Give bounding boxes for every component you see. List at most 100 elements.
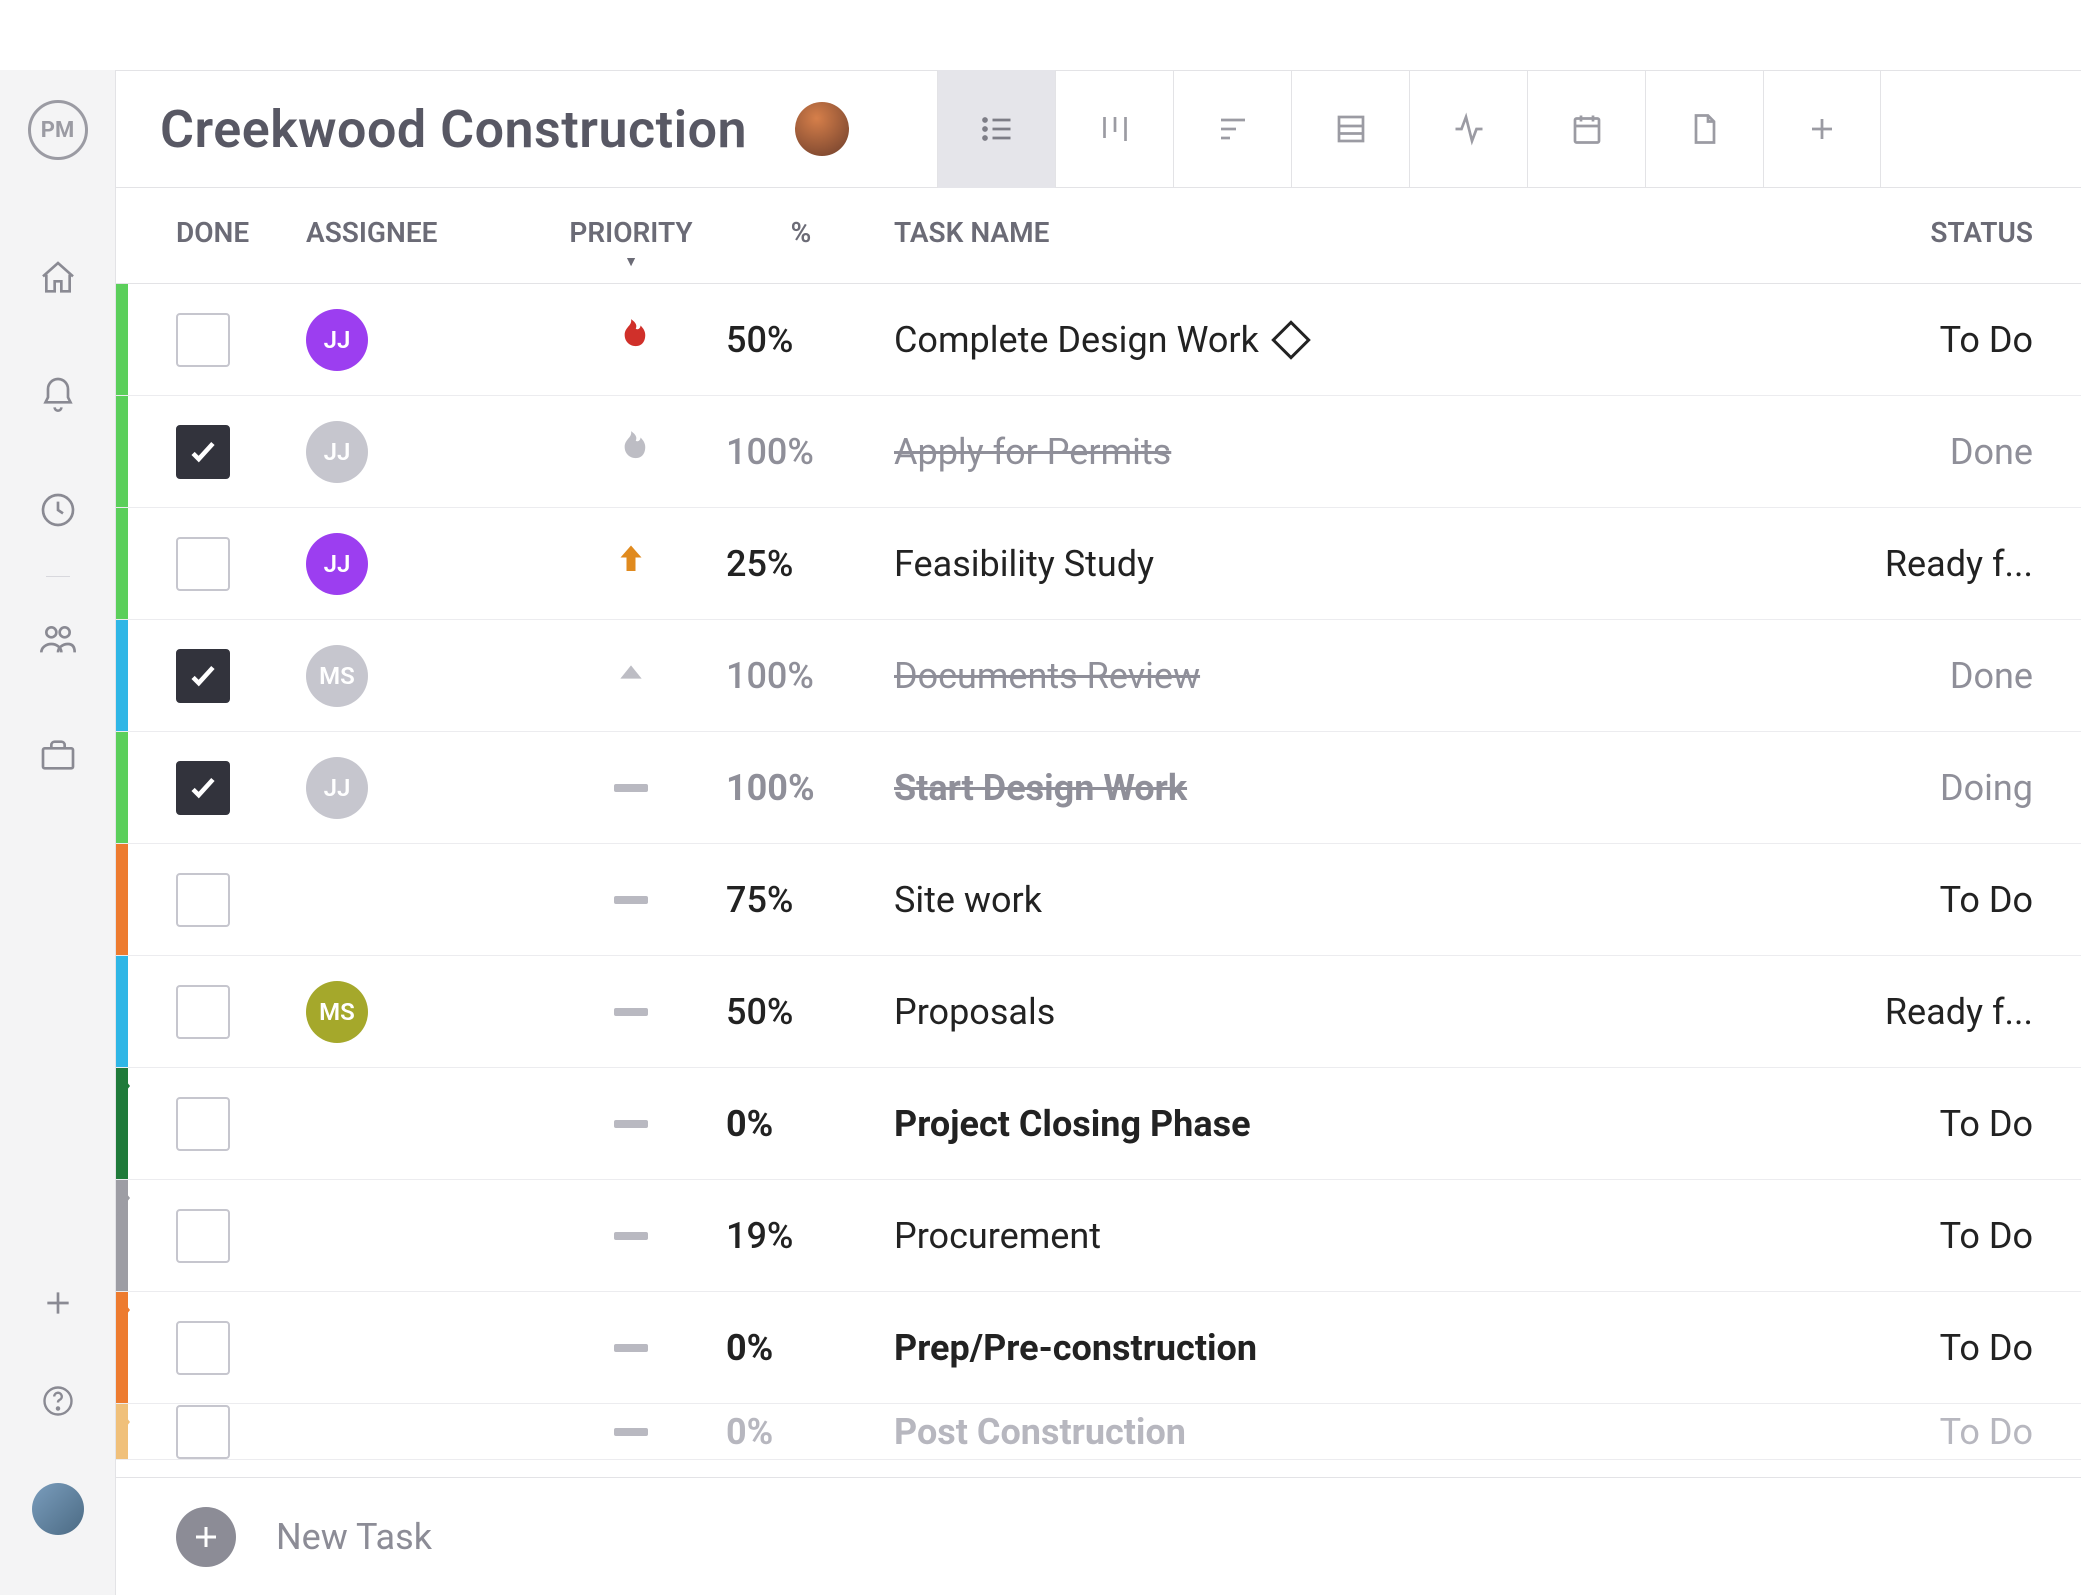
percent-value: 0% (726, 1327, 773, 1369)
done-checkbox[interactable] (176, 537, 230, 591)
sort-caret-icon: ▼ (624, 253, 638, 270)
row-color-stripe (116, 1180, 128, 1291)
done-checkbox[interactable] (176, 1209, 230, 1263)
priority-none-icon (614, 1344, 648, 1352)
done-checkbox[interactable] (176, 761, 230, 815)
task-row[interactable]: JJ 100% Apply for Permits Done (116, 396, 2081, 508)
task-name[interactable]: Project Closing Phase (894, 1103, 1251, 1145)
col-header-assignee[interactable]: ASSIGNEE (306, 216, 536, 249)
done-checkbox[interactable] (176, 985, 230, 1039)
done-checkbox[interactable] (176, 649, 230, 703)
task-row[interactable]: MS 50% Proposals Ready f... (116, 956, 2081, 1068)
new-task-label[interactable]: New Task (276, 1516, 432, 1558)
status-value[interactable]: To Do (1940, 1215, 2033, 1257)
done-checkbox[interactable] (176, 1097, 230, 1151)
milestone-icon (1271, 320, 1311, 360)
task-name[interactable]: Feasibility Study (894, 543, 1154, 585)
row-color-stripe (116, 284, 128, 395)
done-checkbox[interactable] (176, 313, 230, 367)
assignee-badge[interactable]: JJ (306, 421, 368, 483)
task-name[interactable]: Proposals (894, 991, 1055, 1033)
assignee-badge[interactable]: MS (306, 645, 368, 707)
add-task-button[interactable] (176, 1507, 236, 1567)
percent-value: 25% (726, 543, 793, 585)
done-checkbox[interactable] (176, 873, 230, 927)
task-name[interactable]: Complete Design Work (894, 319, 1259, 361)
help-icon[interactable] (40, 1383, 76, 1423)
percent-value: 100% (726, 655, 814, 697)
done-checkbox[interactable] (176, 425, 230, 479)
app-logo[interactable]: PM (28, 100, 88, 160)
view-sheet-icon[interactable] (1291, 70, 1409, 188)
rail-divider (46, 576, 70, 577)
row-color-stripe (116, 1404, 128, 1459)
team-icon[interactable] (38, 619, 78, 663)
task-name[interactable]: Procurement (894, 1215, 1101, 1257)
col-header-status[interactable]: STATUS (1881, 216, 2081, 249)
assignee-badge[interactable]: MS (306, 981, 368, 1043)
assignee-badge[interactable]: JJ (306, 533, 368, 595)
status-value[interactable]: Done (1950, 655, 2033, 697)
task-name[interactable]: Post Construction (894, 1411, 1186, 1453)
portfolio-icon[interactable] (38, 735, 78, 779)
priority-none-icon (614, 784, 648, 792)
status-value[interactable]: Doing (1940, 767, 2033, 809)
percent-value: 100% (726, 767, 815, 809)
col-header-priority-label: PRIORITY (569, 216, 692, 249)
row-color-stripe (116, 956, 128, 1067)
project-avatar[interactable] (795, 102, 849, 156)
plus-icon[interactable] (42, 1287, 74, 1323)
col-header-percent[interactable]: % (726, 216, 876, 249)
status-value[interactable]: Ready f... (1885, 991, 2033, 1033)
task-row[interactable]: 0% Prep/Pre-construction To Do (116, 1292, 2081, 1404)
priority-flame-icon (612, 316, 650, 363)
percent-value: 50% (726, 319, 793, 361)
row-color-stripe (116, 1292, 128, 1403)
user-avatar[interactable] (32, 1483, 84, 1535)
task-row[interactable]: 0% Project Closing Phase To Do (116, 1068, 2081, 1180)
col-header-done[interactable]: DONE (176, 216, 306, 249)
task-row[interactable]: JJ 25% Feasibility Study Ready f... (116, 508, 2081, 620)
view-board-icon[interactable] (1055, 70, 1173, 188)
col-header-priority[interactable]: PRIORITY ▼ (536, 216, 726, 270)
percent-value: 0% (726, 1411, 773, 1453)
status-value[interactable]: To Do (1940, 319, 2033, 361)
task-row[interactable]: MS 100% Documents Review Done (116, 620, 2081, 732)
status-value[interactable]: To Do (1940, 1327, 2033, 1369)
task-row[interactable]: 19% Procurement To Do (116, 1180, 2081, 1292)
view-gantt-icon[interactable] (1173, 70, 1291, 188)
percent-value: 50% (726, 991, 793, 1033)
task-name[interactable]: Site work (894, 879, 1042, 921)
col-header-taskname[interactable]: TASK NAME (876, 216, 1881, 249)
priority-arrow-icon (613, 541, 649, 586)
assignee-badge[interactable]: JJ (306, 757, 368, 819)
done-checkbox[interactable] (176, 1321, 230, 1375)
view-add-icon[interactable] (1763, 70, 1881, 188)
percent-value: 0% (726, 1103, 773, 1145)
left-rail: PM (0, 70, 116, 1595)
footer-new-task: New Task (116, 1477, 2081, 1595)
task-name[interactable]: Prep/Pre-construction (894, 1327, 1257, 1369)
task-row[interactable]: JJ 50% Complete Design Work To Do (116, 284, 2081, 396)
task-row[interactable]: 0% Post Construction To Do (116, 1404, 2081, 1460)
status-value[interactable]: Ready f... (1885, 543, 2033, 585)
done-checkbox[interactable] (176, 1405, 230, 1459)
status-value[interactable]: To Do (1940, 1411, 2033, 1453)
bell-icon[interactable] (38, 374, 78, 418)
status-value[interactable]: Done (1950, 431, 2033, 473)
priority-flame-icon (612, 428, 650, 475)
task-row[interactable]: JJ 100% Start Design Work Doing (116, 732, 2081, 844)
clock-icon[interactable] (38, 490, 78, 534)
view-file-icon[interactable] (1645, 70, 1763, 188)
view-calendar-icon[interactable] (1527, 70, 1645, 188)
task-name[interactable]: Start Design Work (894, 767, 1187, 809)
task-row[interactable]: 75% Site work To Do (116, 844, 2081, 956)
home-icon[interactable] (38, 258, 78, 302)
status-value[interactable]: To Do (1940, 879, 2033, 921)
view-activity-icon[interactable] (1409, 70, 1527, 188)
view-list-icon[interactable] (937, 70, 1055, 188)
status-value[interactable]: To Do (1940, 1103, 2033, 1145)
task-name[interactable]: Apply for Permits (894, 431, 1171, 473)
task-name[interactable]: Documents Review (894, 655, 1200, 697)
assignee-badge[interactable]: JJ (306, 309, 368, 371)
